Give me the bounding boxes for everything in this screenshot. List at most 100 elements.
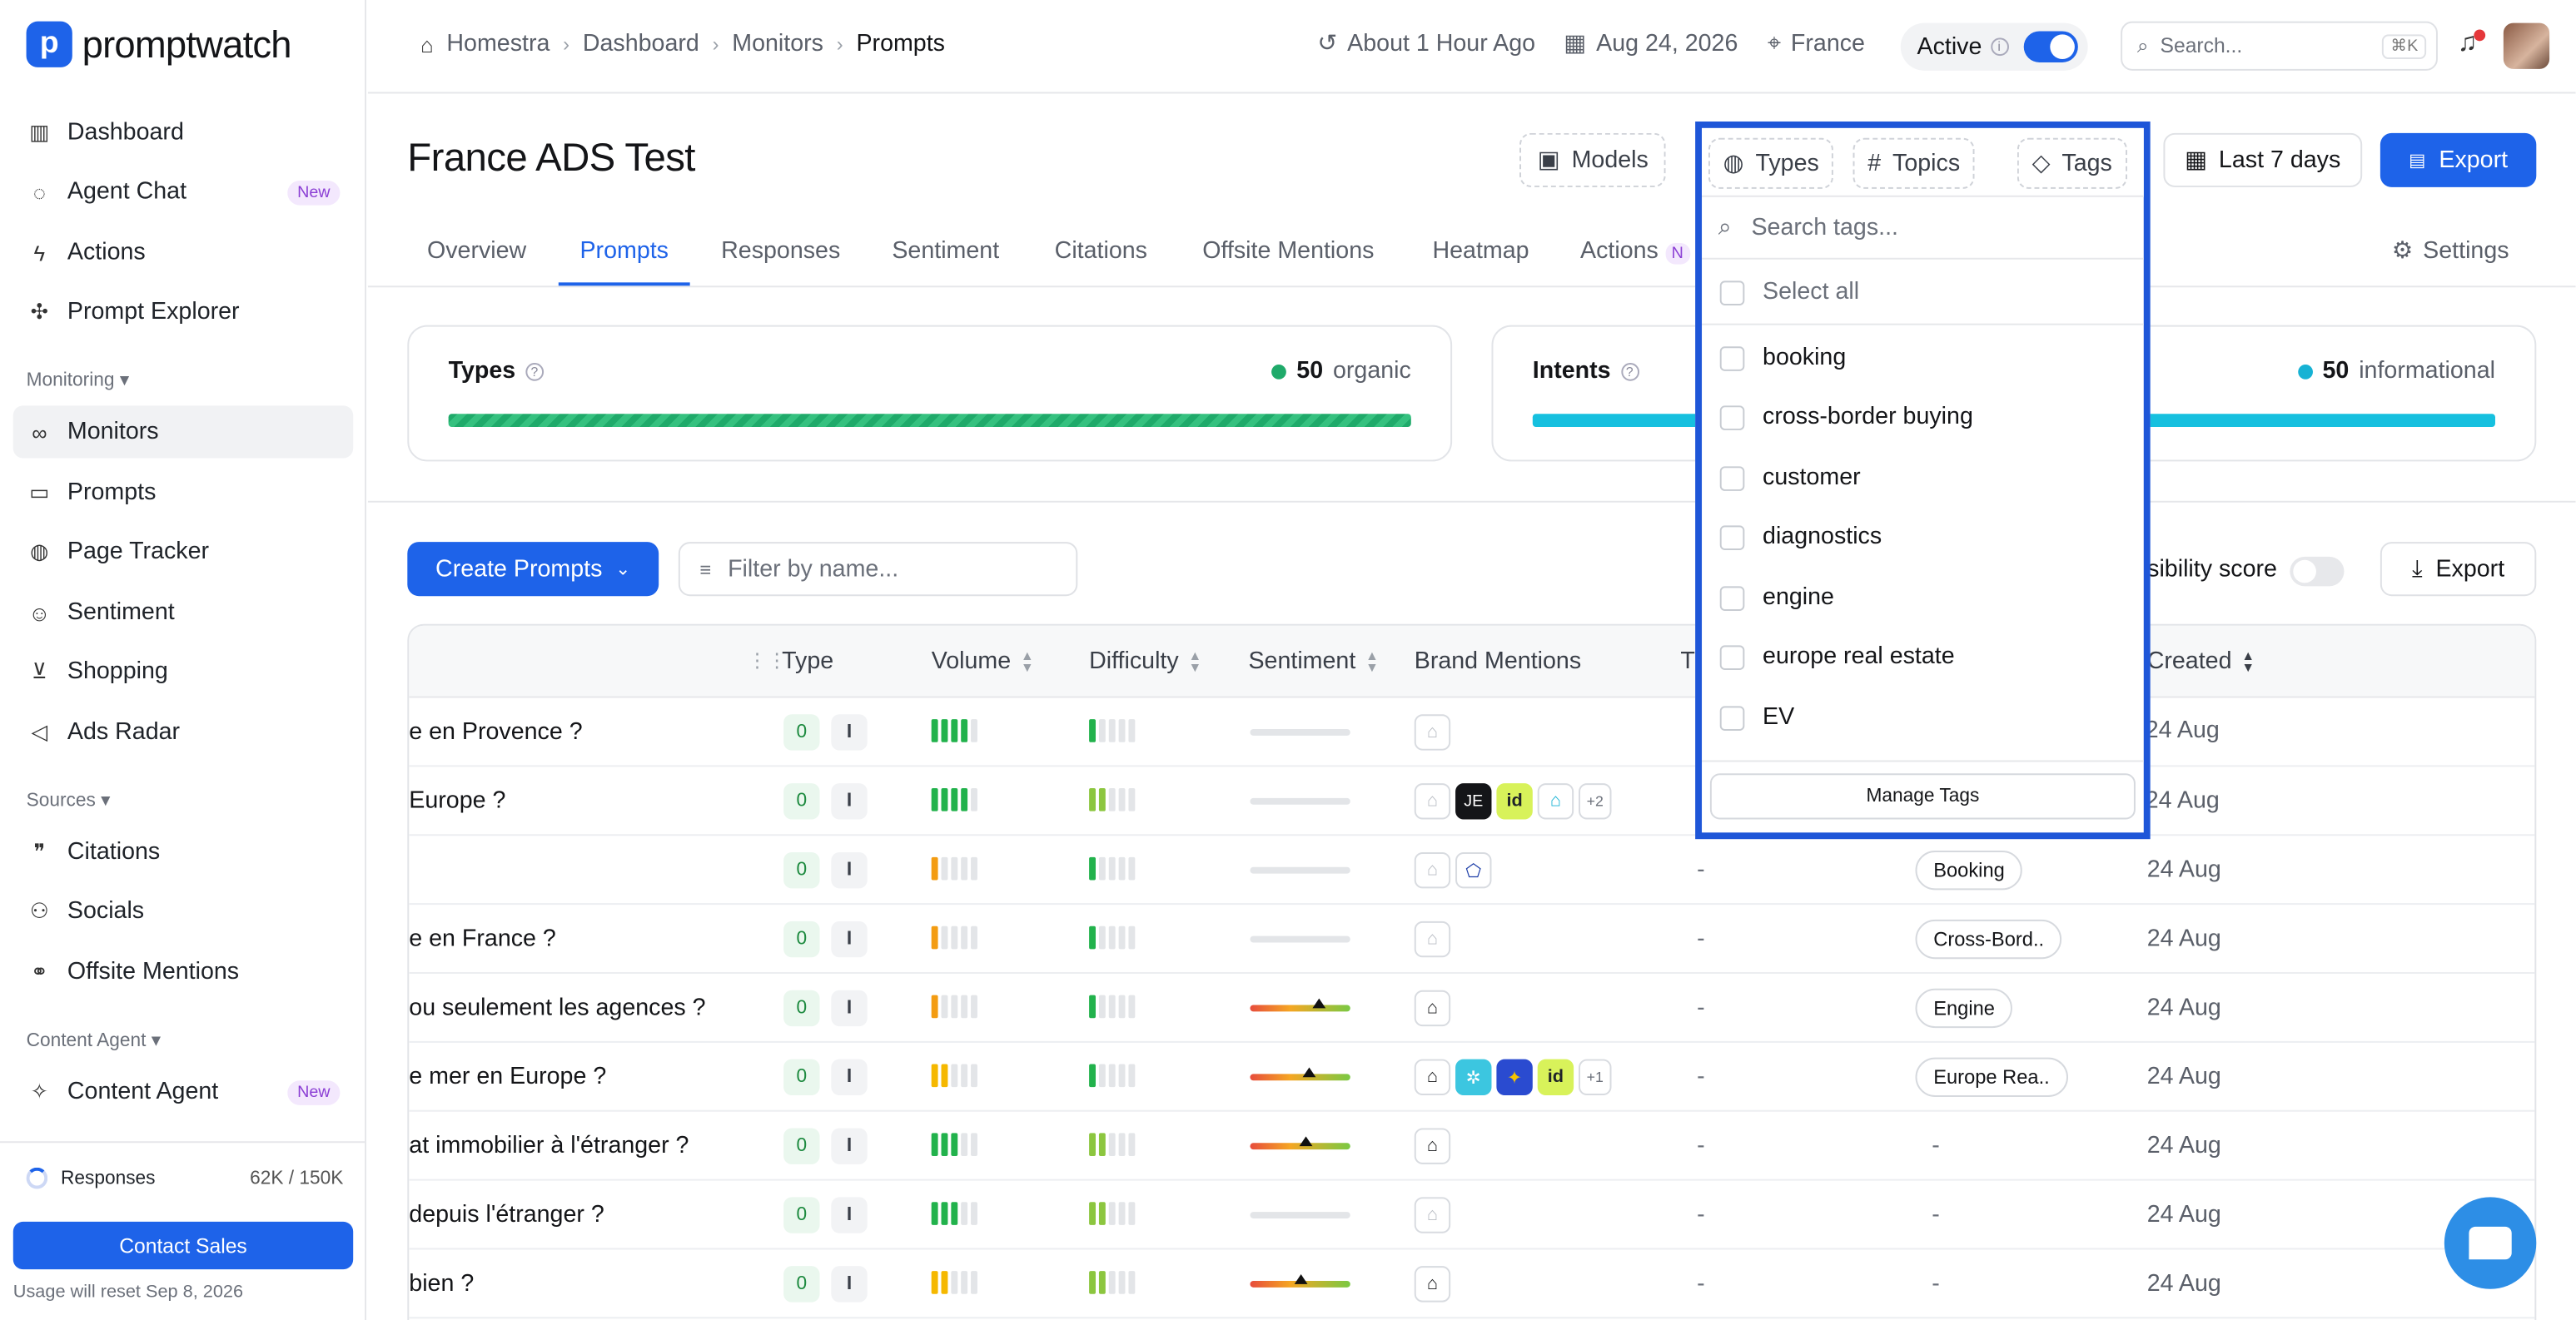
- tag-chip[interactable]: Cross-Bord..: [1915, 919, 2062, 960]
- sidebar-item-prompts[interactable]: ▭ Prompts: [13, 466, 353, 519]
- table-row[interactable]: at immobilier à l'étranger ? 0 I ⌂ - - 2…: [409, 1112, 2535, 1181]
- sidebar-item-agent-chat[interactable]: ◌ Agent Chat New: [13, 166, 353, 218]
- breadcrumb-homestra[interactable]: Homestra: [446, 31, 550, 57]
- sidebar-item-offsite-mentions[interactable]: ⚭ Offsite Mentions: [13, 945, 353, 998]
- checkbox[interactable]: [1719, 345, 1745, 370]
- models-filter[interactable]: ▣ Models: [1519, 132, 1667, 187]
- tag-chip[interactable]: Europe Rea..: [1915, 1057, 2068, 1097]
- export-pdf-button[interactable]: ▤ Export: [2380, 132, 2537, 187]
- table-row[interactable]: depuis l'étranger ? 0 I ⌂ - - 24 Aug: [409, 1181, 2535, 1250]
- table-row[interactable]: 0 I ⌂ ⬠ - Booking 24 Aug: [409, 836, 2535, 906]
- tag-option[interactable]: EV: [1702, 688, 2144, 747]
- column-difficulty[interactable]: Difficulty ▲ ▼: [1089, 648, 1201, 675]
- sidebar-item-page-tracker[interactable]: ◍ Page Tracker: [13, 525, 353, 578]
- sidebar-item-monitors[interactable]: ∞ Monitors: [12, 405, 354, 459]
- tab-sentiment[interactable]: Sentiment: [892, 238, 999, 265]
- sidebar-item-citations[interactable]: ❞ Citations: [13, 826, 353, 878]
- tags-filter[interactable]: ◇ Tags: [2017, 137, 2127, 189]
- tag-option[interactable]: diagnostics: [1702, 508, 2144, 567]
- sidebar-item-ads-radar[interactable]: ◁ Ads Radar: [13, 706, 353, 758]
- column-created[interactable]: Created ▲ ▼: [2147, 648, 2255, 675]
- tag-option[interactable]: engine: [1702, 568, 2144, 628]
- table-row[interactable]: e en France ? 0 I ⌂ - Cross-Bord.. 24 Au…: [409, 905, 2535, 974]
- tag-chip[interactable]: Booking: [1915, 851, 2023, 891]
- checkbox[interactable]: [1719, 644, 1745, 669]
- prompt-text[interactable]: e mer en Europe ?: [409, 1064, 606, 1091]
- checkbox[interactable]: [1719, 705, 1745, 730]
- sidebar-item-socials[interactable]: ⚇ Socials: [13, 885, 353, 937]
- checkbox[interactable]: [1719, 585, 1745, 610]
- sidebar-item-prompt-explorer[interactable]: ✣ Prompt Explorer: [13, 285, 353, 338]
- tab-offsite-mentions[interactable]: Offsite Mentions: [1202, 238, 1374, 265]
- column-sentiment[interactable]: Sentiment ▲ ▼: [1248, 648, 1378, 675]
- search-tags-input[interactable]: ⌕ Search tags...: [1702, 197, 2144, 260]
- tag-option[interactable]: europe real estate: [1702, 628, 2144, 687]
- sidebar-item-shopping[interactable]: ⊻ Shopping: [13, 645, 353, 697]
- location-picker[interactable]: ⌖ France: [1768, 31, 1865, 57]
- date-picker[interactable]: ▦ Aug 24, 2026: [1564, 31, 1738, 57]
- section-content-agent[interactable]: Content Agent ▾: [27, 1028, 162, 1051]
- sidebar-item-content-agent[interactable]: ✧ Content Agent New: [13, 1065, 353, 1118]
- tag-chip[interactable]: Engine: [1915, 988, 2013, 1029]
- create-prompts-button[interactable]: Create Prompts ⌄: [407, 542, 659, 597]
- tab-citations[interactable]: Citations: [1055, 238, 1147, 265]
- column-type[interactable]: Type: [782, 648, 833, 675]
- active-toggle[interactable]: [2023, 31, 2078, 62]
- chat-launcher-button[interactable]: [2444, 1197, 2537, 1289]
- filter-by-name-input[interactable]: ≡ Filter by name...: [678, 542, 1078, 597]
- prompt-text[interactable]: e en Provence ?: [409, 719, 582, 746]
- checkbox[interactable]: [1719, 465, 1745, 490]
- visibility-score-toggle[interactable]: isibility score: [2142, 548, 2355, 591]
- types-label: organic: [1332, 358, 1411, 385]
- sort-icon: ▲ ▼: [2241, 648, 2255, 675]
- date-range-button[interactable]: ▦ Last 7 days: [2163, 132, 2362, 187]
- prompt-text[interactable]: Europe ?: [409, 788, 505, 815]
- prompt-text[interactable]: ou seulement les agences ?: [409, 995, 705, 1022]
- types-filter[interactable]: ◍ Types: [1708, 137, 1834, 189]
- prompt-text[interactable]: at immobilier à l'étranger ?: [409, 1133, 689, 1159]
- brand-logo-id: id: [1537, 1059, 1574, 1095]
- contact-sales-button[interactable]: Contact Sales: [12, 1221, 354, 1270]
- table-row[interactable]: ou seulement les agences ? 0 I ⌂ - Engin…: [409, 974, 2535, 1043]
- tag-option[interactable]: booking: [1702, 329, 2144, 388]
- tag-option[interactable]: customer: [1702, 449, 2144, 508]
- avatar[interactable]: [2503, 22, 2550, 69]
- table-row[interactable]: e mer en Europe ? 0 I ⌂ ✲ ✦ id +1 - Euro…: [409, 1043, 2535, 1112]
- tab-prompts[interactable]: Prompts: [579, 238, 669, 265]
- last-updated[interactable]: ↺ About 1 Hour Ago: [1317, 31, 1535, 57]
- visibility-switch[interactable]: [2290, 556, 2345, 587]
- select-all-option[interactable]: Select all: [1702, 263, 2144, 322]
- section-sources[interactable]: Sources ▾: [27, 788, 111, 811]
- prompt-text[interactable]: depuis l'étranger ?: [409, 1202, 604, 1228]
- export-table-button[interactable]: ⤓ Export: [2380, 542, 2537, 597]
- sidebar-item-dashboard[interactable]: ▥ Dashboard: [13, 107, 353, 159]
- checkbox[interactable]: [1719, 280, 1745, 305]
- table-row[interactable]: bien ? 0 I ⌂ - - 24 Aug: [409, 1249, 2535, 1319]
- settings-button[interactable]: ⚙ Settings: [2392, 238, 2509, 265]
- column-volume[interactable]: Volume ▲ ▼: [932, 648, 1034, 675]
- checkbox[interactable]: [1719, 404, 1745, 429]
- app-logo[interactable]: p promptwatch: [26, 21, 292, 67]
- breadcrumb-monitors[interactable]: Monitors: [732, 31, 823, 57]
- tag-option[interactable]: cross-border buying: [1702, 388, 2144, 447]
- prompt-text[interactable]: bien ?: [409, 1271, 474, 1298]
- breadcrumb-dashboard[interactable]: Dashboard: [583, 31, 699, 57]
- topics-filter[interactable]: # Topics: [1852, 137, 1975, 189]
- manage-tags-button[interactable]: Manage Tags: [1709, 773, 2136, 820]
- tab-overview[interactable]: Overview: [427, 238, 526, 265]
- tab-responses[interactable]: Responses: [721, 238, 840, 265]
- section-monitoring[interactable]: Monitoring ▾: [27, 368, 130, 391]
- sidebar-item-actions[interactable]: ϟ Actions: [13, 226, 353, 279]
- column-drag-handle[interactable]: ⋮⋮: [748, 648, 787, 672]
- checkbox[interactable]: [1719, 524, 1745, 549]
- column-t[interactable]: T: [1680, 648, 1694, 675]
- tab-heatmap[interactable]: Heatmap: [1432, 238, 1529, 265]
- help-icon[interactable]: ?: [1620, 362, 1639, 380]
- help-icon[interactable]: ?: [525, 362, 544, 380]
- prompt-text[interactable]: e en France ?: [409, 926, 556, 953]
- column-brand-mentions[interactable]: Brand Mentions: [1415, 648, 1581, 675]
- tab-actions[interactable]: Actions N: [1580, 238, 1690, 265]
- sidebar-item-sentiment[interactable]: ☺ Sentiment: [13, 586, 353, 638]
- house-icon: ⌂: [1414, 990, 1451, 1027]
- global-search[interactable]: ⌕ Search... ⌘K: [2121, 21, 2438, 71]
